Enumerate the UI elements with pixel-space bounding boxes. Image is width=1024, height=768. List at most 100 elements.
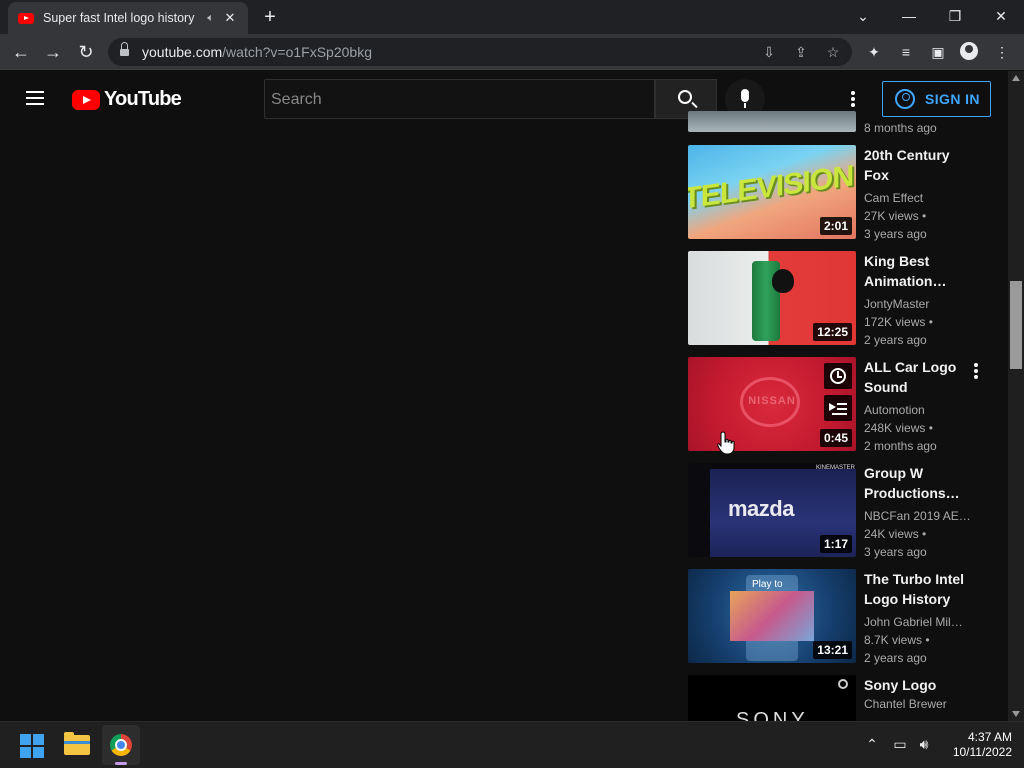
video-age: 3 years ago	[864, 545, 927, 559]
chrome-taskbar-button[interactable]	[102, 725, 140, 765]
view-count: 248K views •	[864, 421, 933, 435]
channel-name[interactable]: John Gabriel Mil…	[864, 613, 972, 631]
video-thumbnail[interactable]: Play to 13:21	[688, 569, 856, 663]
video-title[interactable]: 20th Century Fox Television…	[864, 145, 972, 185]
view-count: 27K views •	[864, 209, 927, 223]
screen: Super fast Intel logo history 🔈︎ ✕ + ⌄ —…	[0, 0, 1024, 768]
menu-hamburger-icon[interactable]	[26, 91, 46, 107]
view-count: 8.7K views •	[864, 633, 930, 647]
related-video-item[interactable]: SONY Sony Logo Chantel Brewer	[688, 675, 998, 721]
video-title[interactable]: Group W Productions…	[864, 463, 972, 503]
speaker-icon[interactable]: 🔈︎	[207, 12, 214, 25]
share-icon[interactable]: ⇪	[791, 42, 811, 62]
channel-name[interactable]: JontyMaster	[864, 295, 972, 313]
video-duration: 1:17	[819, 535, 852, 553]
video-title[interactable]: ALL Car Logo Sound	[864, 357, 972, 397]
minimize-icon[interactable]: —	[889, 4, 929, 28]
related-video-item[interactable]: mazda KINEMASTER 1:17 Group W Production…	[688, 463, 998, 559]
clock-date: 10/11/2022	[952, 745, 1012, 759]
video-duration: 2:01	[819, 217, 852, 235]
thumbnail-text: NISSAN	[748, 395, 796, 407]
video-thumbnail[interactable]: mazda KINEMASTER 1:17	[688, 463, 856, 557]
video-title[interactable]: The Turbo Intel Logo History i…	[864, 569, 972, 609]
channel-name[interactable]: NBCFan 2019 AE…	[864, 507, 972, 525]
browser-tab-active[interactable]: Super fast Intel logo history 🔈︎ ✕	[8, 2, 248, 34]
video-title[interactable]: King Best Animation…	[864, 251, 972, 291]
back-arrow-icon[interactable]: ←	[8, 39, 34, 65]
youtube-logo[interactable]: YouTube	[72, 88, 182, 111]
reload-icon[interactable]: ↻	[73, 39, 99, 65]
channel-watermark-icon	[838, 679, 848, 689]
install-app-icon[interactable]: ⇩	[759, 42, 779, 62]
system-clock[interactable]: 4:37 AM 10/11/2022	[944, 730, 1012, 760]
add-to-queue-button[interactable]	[824, 395, 852, 421]
thumbnail-text: Play to	[752, 579, 783, 590]
windows-taskbar: ⌃ ▭ 🔊︎ 4:37 AM 10/11/2022	[0, 721, 1024, 768]
tray-chevron-up-icon[interactable]: ⌃	[862, 736, 882, 753]
url-text[interactable]: youtube.com/watch?v=o1FxSp20bkg	[142, 44, 372, 60]
apple-shape	[772, 269, 794, 293]
extensions-puzzle-icon[interactable]: ✦	[864, 42, 884, 62]
file-explorer-icon[interactable]	[64, 732, 90, 755]
view-count: 24K views •	[864, 527, 927, 541]
active-app-indicator	[115, 762, 127, 765]
video-thumbnail[interactable]: TELEVISION 2:01	[688, 145, 856, 239]
video-duration: 13:21	[813, 641, 852, 659]
video-title[interactable]: Sony Logo	[864, 675, 972, 695]
video-duration: 12:25	[813, 323, 852, 341]
network-icon[interactable]: ▭	[890, 736, 910, 753]
logo-text: YouTube	[104, 88, 182, 110]
thumbnail-text: TELEVISION	[688, 159, 854, 216]
youtube-play-logo-icon	[72, 89, 100, 110]
clock-icon	[830, 368, 846, 384]
thumbnail-text: mazda	[728, 496, 794, 521]
scroll-down-arrow-icon[interactable]	[1012, 711, 1020, 717]
video-thumbnail[interactable]	[688, 111, 856, 132]
media-controls-icon[interactable]: ≡	[896, 42, 916, 62]
address-bar[interactable]: youtube.com/watch?v=o1FxSp20bkg ⇩ ⇪ ☆	[108, 38, 852, 66]
volume-icon[interactable]: 🔊︎	[914, 736, 934, 753]
video-age: 2 months ago	[864, 439, 937, 453]
video-duration: 0:45	[819, 429, 852, 447]
close-window-icon[interactable]: ✕	[981, 4, 1021, 28]
video-age: 2 years ago	[864, 333, 927, 347]
new-tab-button[interactable]: +	[258, 5, 282, 29]
channel-name[interactable]: Cam Effect	[864, 189, 972, 207]
bookmark-star-icon[interactable]: ☆	[823, 42, 843, 62]
close-tab-icon[interactable]: ✕	[222, 10, 238, 26]
thumbnail-text: SONY	[736, 709, 809, 721]
scroll-up-arrow-icon[interactable]	[1012, 75, 1020, 81]
related-video-item[interactable]: 12:25 King Best Animation… JontyMaster 1…	[688, 251, 998, 347]
restore-icon[interactable]: ❐	[935, 4, 975, 28]
watch-later-button[interactable]	[824, 363, 852, 389]
lock-icon[interactable]	[120, 42, 129, 57]
video-age: 2 years ago	[864, 651, 927, 665]
chrome-menu-icon[interactable]: ⋮	[992, 42, 1012, 62]
windows-start-icon[interactable]	[20, 734, 44, 758]
queue-icon	[829, 403, 836, 411]
thumbnail-inset	[730, 591, 814, 641]
watermark-text: KINEMASTER	[816, 465, 856, 471]
video-thumbnail[interactable]: SONY	[688, 675, 856, 721]
video-thumbnail[interactable]: NISSAN 0:45	[688, 357, 856, 451]
channel-name[interactable]: Chantel Brewer	[864, 695, 972, 713]
page-scrollbar[interactable]	[1008, 71, 1024, 721]
view-count: 172K views •	[864, 315, 933, 329]
video-age: 3 years ago	[864, 227, 927, 241]
more-actions-icon[interactable]	[974, 363, 978, 379]
profile-avatar-icon[interactable]	[960, 42, 978, 60]
youtube-favicon-icon	[18, 12, 34, 24]
channel-name[interactable]: Automotion	[864, 401, 972, 419]
forward-arrow-icon[interactable]: →	[40, 39, 66, 65]
scrollbar-thumb[interactable]	[1010, 281, 1022, 369]
related-video-item[interactable]: Play to 13:21 The Turbo Intel Logo Histo…	[688, 569, 998, 665]
hand-cursor-icon	[717, 431, 735, 455]
chrome-icon	[110, 734, 132, 756]
clock-time: 4:37 AM	[967, 730, 1012, 744]
search-placeholder: Search	[271, 91, 322, 108]
search-input[interactable]: Search	[264, 79, 655, 119]
side-panel-icon[interactable]: ▣	[928, 42, 948, 62]
related-video-item[interactable]: TELEVISION 2:01 20th Century Fox Televis…	[688, 145, 998, 241]
tab-search-chevron-icon[interactable]: ⌄	[843, 4, 883, 28]
video-thumbnail[interactable]: 12:25	[688, 251, 856, 345]
